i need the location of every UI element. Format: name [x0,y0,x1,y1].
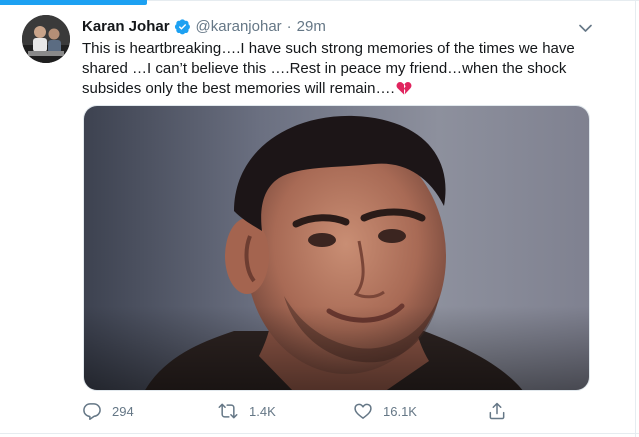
divider [635,0,636,437]
retweet-button[interactable]: 1.4K [217,400,276,422]
tweet-text-line: subsides only the best memories will rem… [82,79,602,99]
broken-heart-icon [396,80,412,96]
reply-button[interactable]: 294 [82,400,134,422]
tweet-text-line: This is heartbreaking….I have such stron… [82,40,575,57]
like-count: 16.1K [383,403,417,419]
tweet-card: Karan Johar @karanjohar · 29m This is he… [0,0,639,437]
tab-active-indicator [0,0,147,5]
verified-badge-icon [174,18,191,35]
avatar[interactable] [22,15,70,63]
divider [0,433,639,434]
share-icon [489,402,505,420]
tweet-header: Karan Johar @karanjohar · 29m [82,16,326,36]
like-button[interactable]: 16.1K [353,400,417,422]
reply-count: 294 [112,403,134,419]
retweet-count: 1.4K [249,403,276,419]
author-name[interactable]: Karan Johar [82,18,170,35]
tweet-actions: 294 1.4K 16.1K [82,400,522,422]
tweet-text-segment: subsides only the best memories will rem… [82,80,395,97]
timestamp[interactable]: 29m [297,18,326,35]
tweet-text-line: shared …I can’t believe this ….Rest in p… [82,60,567,77]
share-button[interactable] [487,400,507,422]
tweet-photo[interactable] [83,105,590,391]
separator: · [286,17,292,35]
divider [147,0,639,1]
heart-icon [354,403,372,419]
reply-icon [83,403,101,420]
tweet-text: This is heartbreaking….I have such stron… [82,39,602,99]
chevron-down-icon[interactable] [579,20,592,32]
retweet-icon [218,403,238,419]
author-handle[interactable]: @karanjohar [196,18,282,35]
